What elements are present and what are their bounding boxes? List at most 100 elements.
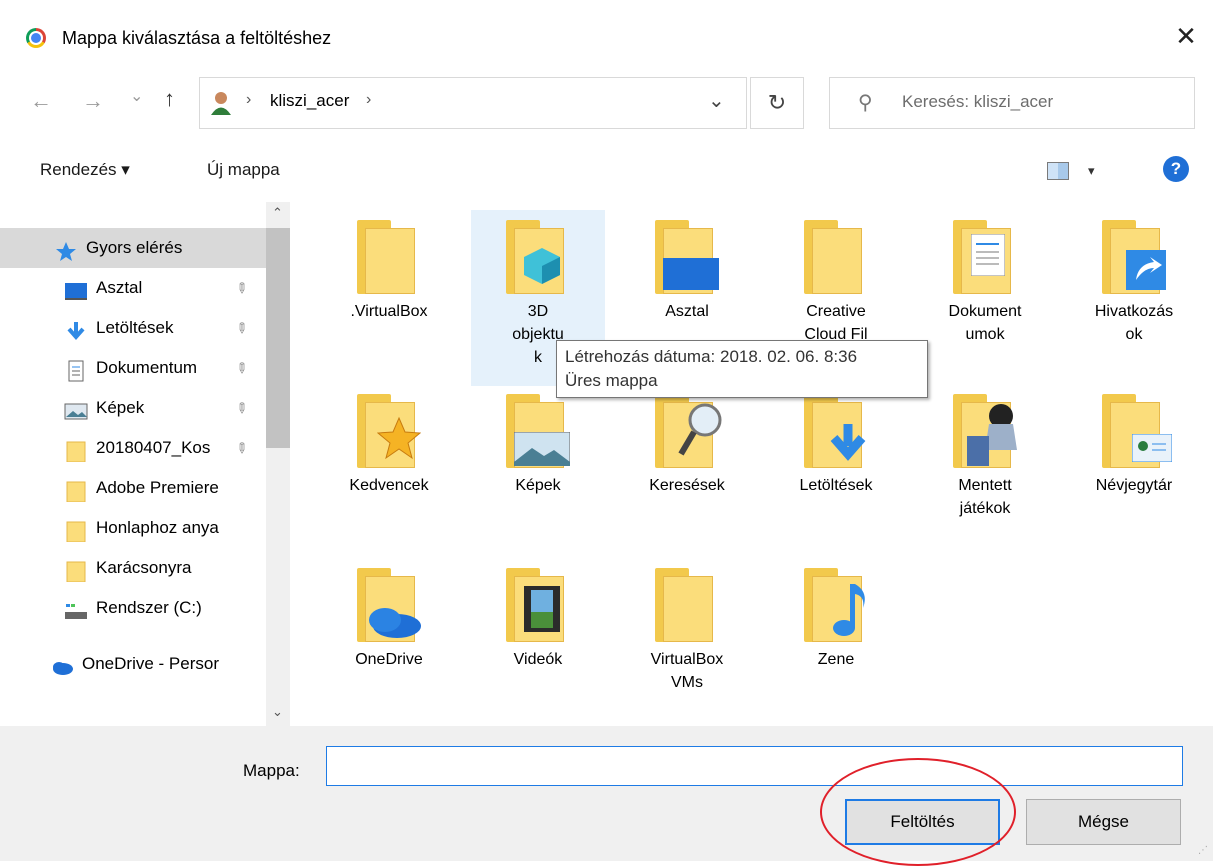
resize-grip-icon[interactable]: ⋰ <box>1198 845 1208 856</box>
sidebar-item[interactable]: 20180407_Kos ✎ <box>0 428 266 468</box>
cancel-button[interactable]: Mégse <box>1026 799 1181 845</box>
sidebar-item[interactable]: Letöltések ✎ <box>0 308 266 348</box>
pictures-folder-icon <box>500 394 576 468</box>
annotation-circle <box>820 758 1016 866</box>
view-chevron-icon[interactable]: ▾ <box>1088 163 1095 179</box>
drive-icon <box>64 598 88 620</box>
folder-label: Asztal <box>665 303 709 320</box>
forward-icon[interactable]: → <box>82 88 104 114</box>
folder-label: Keresések <box>649 477 725 494</box>
saved-games-folder-icon <box>947 394 1023 468</box>
folder-label: Kedvencek <box>349 477 429 494</box>
folder-tile[interactable]: Kedvencek <box>322 384 456 497</box>
onedrive-folder-icon <box>351 568 427 642</box>
sidebar-item-label: Honlaphoz anya <box>96 518 219 537</box>
folder-field[interactable] <box>326 746 1183 786</box>
scroll-down-icon[interactable]: ⌄ <box>272 704 283 720</box>
folder-icon <box>64 438 88 463</box>
up-icon[interactable]: ↑ <box>164 86 175 112</box>
onedrive-icon <box>50 654 74 676</box>
folder-tile[interactable]: OneDrive <box>322 558 456 671</box>
folder-tile[interactable]: Asztal <box>620 210 754 323</box>
scroll-up-icon[interactable]: ⌃ <box>272 205 283 221</box>
chrome-icon <box>26 28 46 48</box>
toolbar <box>0 145 1213 201</box>
tooltip-status: Üres mappa <box>565 371 658 390</box>
view-options-icon[interactable] <box>1047 162 1069 180</box>
folder-tile[interactable]: Creative Cloud Fil <box>769 210 903 346</box>
folder-tile[interactable]: Videók <box>471 558 605 671</box>
folder-tile[interactable]: Zene <box>769 558 903 671</box>
sidebar-item[interactable]: Rendszer (C:) <box>0 588 266 628</box>
document-icon <box>64 358 88 382</box>
pin-icon: ✎ <box>232 398 252 418</box>
address-dropdown-chevron-icon[interactable]: ⌄ <box>708 88 725 113</box>
recent-locations-chevron-icon[interactable]: ⌄ <box>130 86 143 106</box>
organize-button[interactable]: Rendezés ▾ <box>40 160 130 180</box>
folder-field-label: Mappa: <box>243 761 300 780</box>
folder-icon <box>64 478 88 503</box>
folder-tile[interactable]: .VirtualBox <box>322 210 456 323</box>
folder-view: .VirtualBox 3D objektu k Asztal Creative Cl… <box>298 202 1213 726</box>
sidebar-item-label: Dokumentum <box>96 358 198 377</box>
folder-icon <box>649 568 725 642</box>
folder-tile[interactable]: VirtualBox VMs <box>620 558 754 694</box>
favorites-folder-icon <box>351 394 427 468</box>
pictures-icon <box>64 398 88 420</box>
breadcrumb-separator: › <box>246 91 252 108</box>
downloads-folder-icon <box>798 394 874 468</box>
folder-tile[interactable]: Letöltések <box>769 384 903 497</box>
sidebar-item-label: OneDrive - Persor <box>82 654 219 673</box>
pin-icon: ✎ <box>232 318 252 338</box>
sidebar-item[interactable]: Honlaphoz anya <box>0 508 266 548</box>
folder-label: Letöltések <box>799 477 873 494</box>
documents-folder-icon <box>947 220 1023 294</box>
links-folder-icon <box>1096 220 1172 294</box>
sidebar-item[interactable]: Adobe Premiere <box>0 468 266 508</box>
sidebar-item[interactable]: Karácsonyra <box>0 548 266 588</box>
search-icon: ⚲ <box>858 92 873 114</box>
desktop-folder-icon <box>649 220 725 294</box>
breadcrumb-item[interactable]: kliszi_acer <box>270 91 349 111</box>
sidebar-item[interactable]: Képek ✎ <box>0 388 266 428</box>
sidebar-item-label: Karácsonyra <box>96 558 192 577</box>
folder-tile[interactable]: Keresések <box>620 384 754 497</box>
pin-icon: ✎ <box>232 358 252 378</box>
folder-tile[interactable]: Dokument umok <box>918 210 1052 346</box>
folder-tile[interactable]: Hivatkozás ok <box>1067 210 1201 346</box>
tooltip-created: Létrehozás dátuma: 2018. 02. 06. 8:36 <box>565 347 858 366</box>
search-box[interactable]: ⚲ Keresés: kliszi_acer <box>829 77 1195 129</box>
sidebar-item[interactable]: Asztal ✎ <box>0 268 266 308</box>
star-icon <box>54 238 78 261</box>
folder-label: VirtualBox VMs <box>650 651 724 691</box>
sidebar-item[interactable]: Gyors elérés <box>0 228 266 268</box>
folder-label: Névjegytár <box>1095 477 1173 494</box>
refresh-button[interactable]: ↻ <box>750 77 804 129</box>
search-input[interactable]: Keresés: kliszi_acer <box>902 92 1053 112</box>
folder-tile[interactable]: Névjegytár <box>1067 384 1201 497</box>
sidebar-item[interactable]: Dokumentum ✎ <box>0 348 266 388</box>
music-folder-icon <box>798 568 874 642</box>
sidebar-scroll-thumb[interactable] <box>266 228 290 448</box>
help-button[interactable]: ? <box>1163 156 1189 182</box>
folder-label: OneDrive <box>355 651 423 668</box>
folder-icon <box>64 518 88 543</box>
sidebar-item[interactable]: OneDrive - Persor <box>0 644 266 684</box>
sidebar-item-label: Gyors elérés <box>86 238 183 257</box>
address-bar[interactable]: › kliszi_acer › ⌄ <box>199 77 747 129</box>
3d-objects-folder-icon <box>500 220 576 294</box>
folder-label: Hivatkozás ok <box>1094 303 1174 343</box>
folder-tile[interactable]: Mentett játékok <box>918 384 1052 520</box>
breadcrumb-separator[interactable]: › <box>366 91 371 109</box>
folder-label: .VirtualBox <box>350 303 428 320</box>
new-folder-button[interactable]: Új mappa <box>207 160 280 180</box>
folder-tile[interactable]: Képek <box>471 384 605 497</box>
sidebar-item-label: Képek <box>96 398 145 417</box>
back-icon[interactable]: ← <box>30 88 52 114</box>
sidebar-item-label: 20180407_Kos <box>96 438 211 457</box>
searches-folder-icon <box>649 394 725 468</box>
videos-folder-icon <box>500 568 576 642</box>
folder-icon <box>64 558 88 583</box>
tooltip: Létrehozás dátuma: 2018. 02. 06. 8:36 Ür… <box>556 340 928 398</box>
close-button[interactable]: ✕ <box>1170 20 1202 52</box>
